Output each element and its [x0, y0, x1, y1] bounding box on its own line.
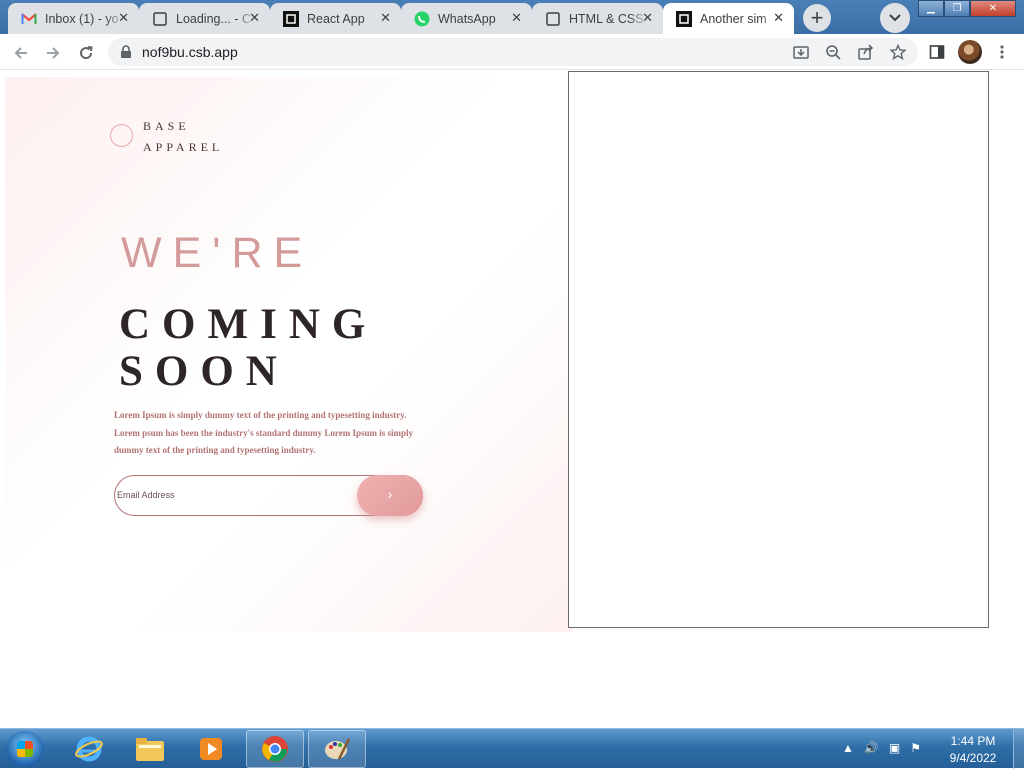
close-tab-icon[interactable]: ✕	[249, 11, 260, 25]
tab-title: Another sim	[700, 11, 767, 26]
headline-coming: COMING	[119, 301, 378, 348]
chevron-right-icon: ›	[387, 486, 393, 502]
logo-circle-icon	[110, 124, 133, 147]
lock-icon	[120, 45, 132, 64]
volume-icon[interactable]: 🔊	[864, 741, 879, 755]
email-form[interactable]: Email Address ›	[114, 475, 423, 516]
page-icon	[545, 11, 561, 27]
install-app-icon[interactable]	[791, 42, 811, 62]
tab-whatsapp[interactable]: WhatsApp ✕	[401, 3, 532, 34]
close-tab-icon[interactable]: ✕	[380, 11, 391, 25]
file-explorer-icon[interactable]	[121, 730, 179, 768]
close-window-button[interactable]: ✕	[970, 0, 1016, 17]
email-input[interactable]: Email Address	[117, 490, 175, 500]
tab-html-css[interactable]: HTML & CSS ✕	[532, 3, 663, 34]
share-icon[interactable]	[856, 42, 876, 62]
minimize-button[interactable]: ▁	[918, 0, 944, 17]
hero-image-placeholder	[568, 71, 989, 628]
close-tab-icon[interactable]: ✕	[642, 11, 653, 25]
start-button[interactable]	[6, 731, 44, 767]
clock-time: 1:44 PM	[950, 734, 996, 748]
show-desktop-button[interactable]	[1013, 729, 1024, 769]
tab-loading[interactable]: Loading... - C ✕	[139, 3, 270, 34]
url-text: nof9bu.csb.app	[142, 44, 238, 60]
tab-search-button[interactable]	[880, 3, 910, 33]
bookmark-star-icon[interactable]	[888, 42, 908, 62]
zoom-out-icon[interactable]	[823, 42, 843, 62]
close-tab-icon[interactable]: ✕	[773, 11, 784, 25]
close-tab-icon[interactable]: ✕	[511, 11, 522, 25]
internet-explorer-icon[interactable]	[60, 730, 118, 768]
tab-react-app[interactable]: React App ✕	[270, 3, 401, 34]
whatsapp-icon	[414, 11, 430, 27]
chevron-down-icon	[889, 14, 901, 22]
clock-date: 9/4/2022	[949, 751, 997, 765]
brand-line-2: APPAREL	[143, 140, 224, 154]
close-tab-icon[interactable]: ✕	[118, 11, 129, 25]
hero-section: BASE APPAREL WE'RE COMING SOON Lorem Ips…	[5, 77, 573, 632]
media-player-icon[interactable]	[182, 730, 240, 768]
description-text: Lorem Ipsum is simply dummy text of the …	[114, 410, 413, 455]
submit-button[interactable]: ›	[357, 475, 423, 516]
new-tab-button[interactable]: +	[803, 4, 831, 32]
forward-button[interactable]	[42, 42, 64, 64]
reload-icon	[80, 46, 93, 60]
tab-title: Inbox (1) - yo	[45, 11, 119, 26]
tab-gmail[interactable]: Inbox (1) - yo ✕	[8, 3, 139, 34]
codesandbox-icon	[283, 10, 299, 27]
tab-another-simple[interactable]: Another sim ✕	[663, 3, 794, 34]
action-center-flag-icon[interactable]: ⚑	[910, 741, 921, 755]
profile-avatar[interactable]	[958, 40, 982, 64]
headline-were: WE'RE	[121, 229, 314, 277]
menu-kebab-icon[interactable]	[992, 42, 1012, 62]
arrow-right-icon	[47, 47, 60, 59]
network-icon[interactable]: ▣	[889, 741, 900, 755]
headline-coming-soon: COMING SOON	[119, 301, 377, 395]
headline-soon: SOON	[119, 348, 289, 395]
web-page: BASE APPAREL WE'RE COMING SOON Lorem Ips…	[0, 71, 1024, 728]
system-tray: ▲ 🔊 ▣ ⚑	[842, 741, 921, 755]
tab-strip: Inbox (1) - yo ✕ Loading... - C ✕ React …	[0, 0, 1024, 34]
tab-title: WhatsApp	[438, 11, 496, 26]
tab-title: React App	[307, 11, 365, 26]
browser-toolbar: nof9bu.csb.app	[0, 34, 1024, 70]
clock[interactable]: 1:44 PM 9/4/2022	[940, 733, 1006, 767]
tab-title: Loading... - C	[176, 11, 252, 26]
reload-button[interactable]	[75, 42, 97, 64]
tab-title: HTML & CSS	[569, 11, 644, 26]
brand-line-1: BASE	[143, 119, 190, 133]
chrome-icon[interactable]	[246, 730, 304, 768]
tray-expand-icon[interactable]: ▲	[842, 741, 854, 755]
page-icon	[152, 11, 168, 27]
maximize-button[interactable]: ❐	[944, 0, 970, 17]
arrow-left-icon	[14, 47, 27, 59]
paint-icon[interactable]	[308, 730, 366, 768]
window-controls: ▁ ❐ ✕	[918, 0, 1018, 18]
brand-logo: BASE APPAREL	[143, 116, 223, 158]
side-panel-icon[interactable]	[927, 42, 947, 62]
windows-taskbar: ▲ 🔊 ▣ ⚑ 1:44 PM 9/4/2022	[0, 728, 1024, 769]
gmail-icon	[21, 11, 37, 27]
codesandbox-icon	[676, 10, 692, 27]
back-button[interactable]	[10, 42, 32, 64]
